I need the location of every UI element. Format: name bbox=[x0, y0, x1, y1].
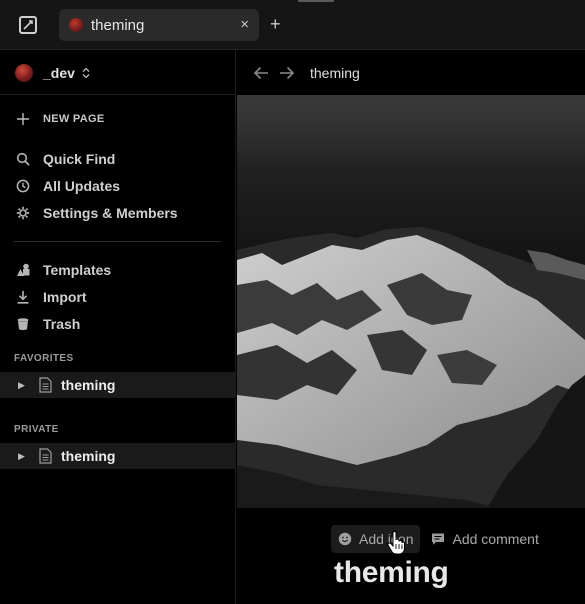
sidebar-item-all-updates[interactable]: All Updates bbox=[14, 175, 120, 197]
sidebar-item-label: Trash bbox=[43, 316, 81, 332]
private-heading: PRIVATE bbox=[14, 424, 59, 435]
sidebar-page-label: theming bbox=[61, 377, 116, 393]
plus-icon bbox=[14, 110, 32, 128]
sidebar-item-label: Templates bbox=[43, 262, 112, 278]
new-tab-button[interactable]: + bbox=[270, 14, 281, 34]
page-topbar: theming bbox=[237, 51, 585, 95]
sidebar-item-import[interactable]: Import bbox=[14, 286, 87, 308]
sidebar-item-settings[interactable]: Settings & Members bbox=[14, 202, 178, 224]
download-icon bbox=[14, 288, 32, 306]
sidebar-divider bbox=[14, 241, 221, 242]
sidebar-item-templates[interactable]: Templates bbox=[14, 259, 111, 281]
tab-close-icon[interactable]: × bbox=[240, 16, 249, 33]
forward-arrow-icon[interactable] bbox=[278, 64, 296, 82]
add-comment-button[interactable]: Add comment bbox=[424, 525, 545, 553]
sidebar-item-label: Quick Find bbox=[43, 151, 116, 167]
title-bar-accent bbox=[298, 0, 334, 2]
add-comment-label: Add comment bbox=[452, 531, 539, 547]
clock-icon bbox=[14, 177, 32, 195]
chevron-up-down-icon bbox=[82, 67, 90, 79]
favorites-heading: FAVORITES bbox=[14, 353, 74, 364]
app-logo-icon[interactable] bbox=[19, 16, 37, 34]
breadcrumb[interactable]: theming bbox=[310, 65, 360, 81]
sidebar-page-private-theming[interactable]: ▶ theming bbox=[0, 443, 235, 469]
new-page-button[interactable]: NEW PAGE bbox=[14, 108, 104, 130]
sidebar-item-quick-find[interactable]: Quick Find bbox=[14, 148, 115, 170]
caret-right-icon[interactable]: ▶ bbox=[18, 451, 28, 462]
add-icon-label: Add icon bbox=[359, 531, 414, 547]
gear-icon bbox=[14, 204, 32, 222]
sidebar-item-label: Settings & Members bbox=[43, 205, 178, 221]
main-content: theming Add icon Add comment theming bbox=[237, 51, 585, 604]
search-icon bbox=[14, 150, 32, 168]
workspace-switcher[interactable]: _dev bbox=[0, 51, 235, 95]
sidebar-page-label: theming bbox=[61, 448, 116, 464]
tab-theming[interactable]: theming × bbox=[59, 9, 259, 41]
sidebar-item-label: All Updates bbox=[43, 178, 121, 194]
add-icon-button[interactable]: Add icon bbox=[331, 525, 421, 553]
document-icon bbox=[38, 448, 52, 465]
back-arrow-icon[interactable] bbox=[252, 64, 270, 82]
caret-right-icon[interactable]: ▶ bbox=[18, 380, 28, 391]
sidebar-item-trash[interactable]: Trash bbox=[14, 313, 80, 335]
workspace-name: _dev bbox=[43, 64, 75, 81]
page-actions: Add icon Add comment bbox=[331, 525, 546, 553]
document-icon bbox=[38, 377, 52, 394]
sidebar: _dev NEW PAGE Quick Find All Updates Set… bbox=[0, 51, 236, 604]
tab-title: theming bbox=[91, 16, 145, 34]
title-bar: theming × + bbox=[0, 0, 585, 50]
smiley-icon bbox=[337, 531, 353, 547]
comment-icon bbox=[430, 531, 446, 547]
tab-favicon-icon bbox=[69, 18, 83, 32]
new-page-label: NEW PAGE bbox=[43, 113, 105, 125]
sidebar-page-favorite-theming[interactable]: ▶ theming bbox=[0, 372, 235, 398]
cover-image[interactable] bbox=[237, 95, 585, 508]
shapes-icon bbox=[14, 261, 32, 279]
page-title[interactable]: theming bbox=[334, 556, 449, 590]
workspace-avatar bbox=[15, 63, 33, 82]
trash-icon bbox=[14, 315, 32, 333]
sidebar-item-label: Import bbox=[43, 289, 87, 305]
